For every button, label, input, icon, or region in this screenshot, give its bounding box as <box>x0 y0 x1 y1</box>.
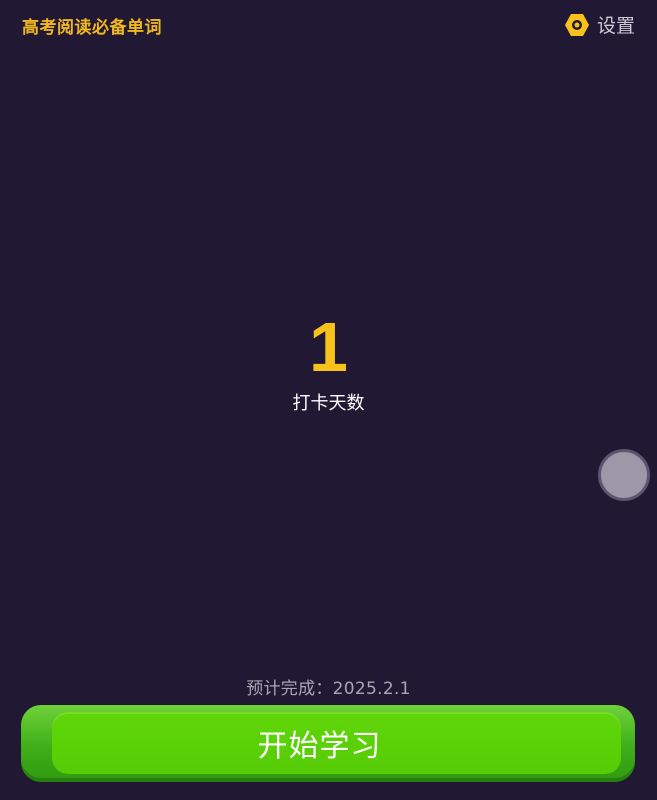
checkin-days-label: 打卡天数 <box>292 393 365 414</box>
start-learning-button[interactable]: 开始学习 <box>21 705 635 782</box>
start-learning-button-face[interactable]: 开始学习 <box>52 712 621 774</box>
gear-icon[interactable] <box>564 12 590 38</box>
estimated-completion-text: 预计完成：2025.2.1 <box>246 679 411 699</box>
app-screen: 高考阅读必备单词 设置 1 打卡天数 预计完成：2025.2.1 开始学习 <box>0 0 657 800</box>
checkin-streak: 1 打卡天数 <box>0 305 657 415</box>
checkin-days-count: 1 <box>309 308 348 386</box>
settings-button[interactable]: 设置 <box>564 11 635 38</box>
floating-assistant-button[interactable] <box>598 449 650 501</box>
start-learning-label[interactable]: 开始学习 <box>258 721 382 765</box>
settings-label[interactable]: 设置 <box>597 11 635 38</box>
book-title[interactable]: 高考阅读必备单词 <box>22 13 162 38</box>
